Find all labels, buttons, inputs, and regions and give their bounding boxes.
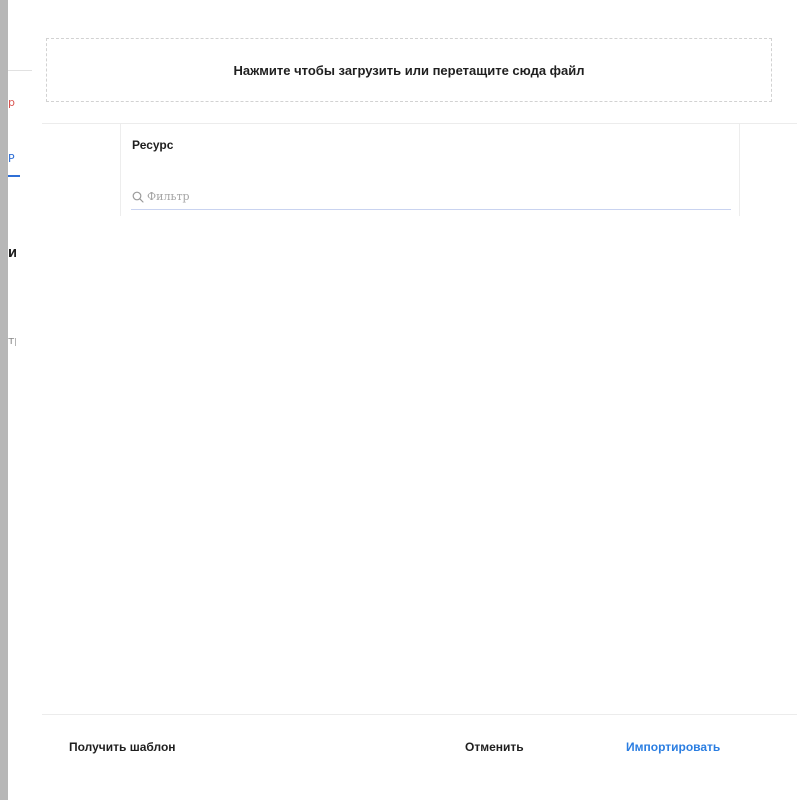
background-text-fragment: р bbox=[8, 96, 15, 109]
background-text-fragment: И bbox=[8, 247, 16, 260]
page: р Р И тр Нажмите чтобы загрузить или пер… bbox=[0, 0, 797, 800]
background-text-fragment: Р bbox=[8, 152, 15, 165]
import-modal: Нажмите чтобы загрузить или перетащите с… bbox=[32, 0, 797, 800]
resource-panel: Ресурс bbox=[120, 124, 740, 216]
filter-input[interactable] bbox=[147, 190, 707, 203]
get-template-button[interactable]: Получить шаблон bbox=[69, 740, 176, 754]
dropzone-label: Нажмите чтобы загрузить или перетащите с… bbox=[233, 62, 585, 78]
resource-title: Ресурс bbox=[132, 138, 174, 152]
background-overlay-strip bbox=[0, 0, 8, 800]
filter-field bbox=[131, 184, 731, 210]
cancel-button[interactable]: Отменить bbox=[465, 740, 524, 754]
search-icon bbox=[131, 190, 145, 204]
file-dropzone[interactable]: Нажмите чтобы загрузить или перетащите с… bbox=[46, 38, 772, 102]
footer-divider bbox=[42, 714, 797, 715]
import-button[interactable]: Импортировать bbox=[626, 740, 720, 754]
background-divider bbox=[8, 70, 32, 71]
background-app-sliver: р Р И тр bbox=[8, 0, 32, 800]
background-text-fragment: тр bbox=[8, 334, 16, 347]
background-tab-indicator bbox=[8, 175, 20, 177]
